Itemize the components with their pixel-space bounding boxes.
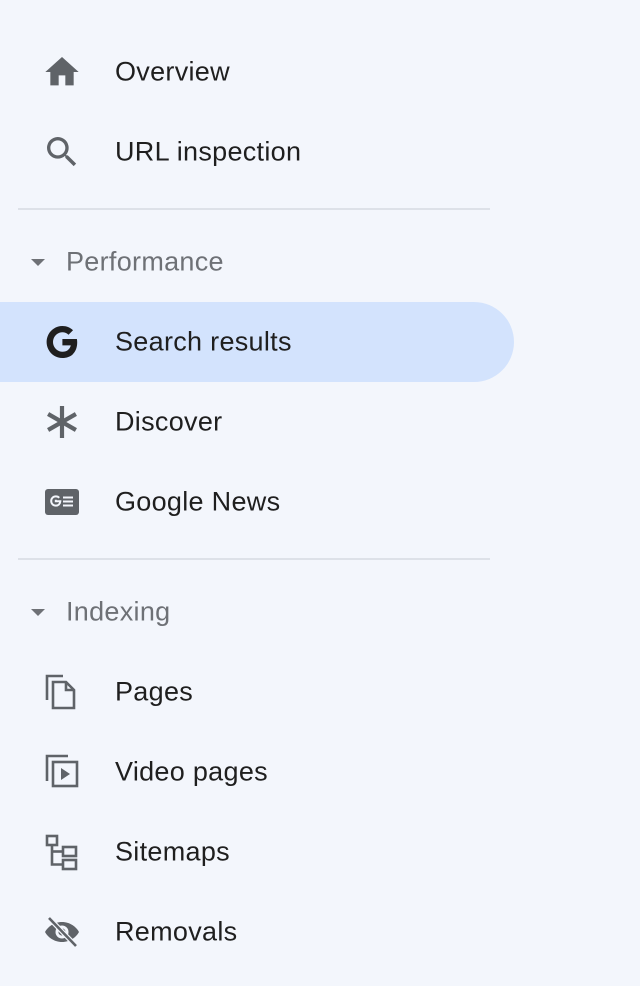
nav-item-url-inspection[interactable]: URL inspection [0,112,514,192]
nav-item-label: Discover [115,406,223,437]
home-icon [42,52,82,92]
nav-item-search-results[interactable]: Search results [0,302,514,382]
nav-item-removals[interactable]: Removals [0,892,514,972]
side-navigation: Overview URL inspection Performance Sear… [0,0,640,986]
nav-item-label: Video pages [115,756,268,787]
caret-down-icon [28,252,48,272]
nav-item-label: Pages [115,676,194,707]
eye-off-icon [42,912,82,952]
nav-item-label: Google News [115,486,281,517]
nav-item-label: URL inspection [115,136,302,167]
section-label: Indexing [66,596,171,627]
nav-item-label: Search results [115,326,292,357]
nav-item-google-news[interactable]: Google News [0,462,514,542]
nav-item-discover[interactable]: Discover [0,382,514,462]
sitemap-icon [42,832,82,872]
pages-icon [42,672,82,712]
google-news-icon [42,482,82,522]
asterisk-icon [42,402,82,442]
nav-item-overview[interactable]: Overview [0,32,514,112]
nav-divider [18,558,490,560]
nav-item-label: Sitemaps [115,836,230,867]
caret-down-icon [28,602,48,622]
section-header-performance[interactable]: Performance [0,232,490,292]
nav-item-sitemaps[interactable]: Sitemaps [0,812,514,892]
search-icon [42,132,82,172]
section-header-indexing[interactable]: Indexing [0,582,490,642]
nav-item-video-pages[interactable]: Video pages [0,732,514,812]
nav-divider [18,208,490,210]
nav-item-label: Removals [115,916,238,947]
section-label: Performance [66,246,224,277]
google-g-icon [42,322,82,362]
nav-item-label: Overview [115,56,230,87]
video-pages-icon [42,752,82,792]
nav-item-pages[interactable]: Pages [0,652,514,732]
